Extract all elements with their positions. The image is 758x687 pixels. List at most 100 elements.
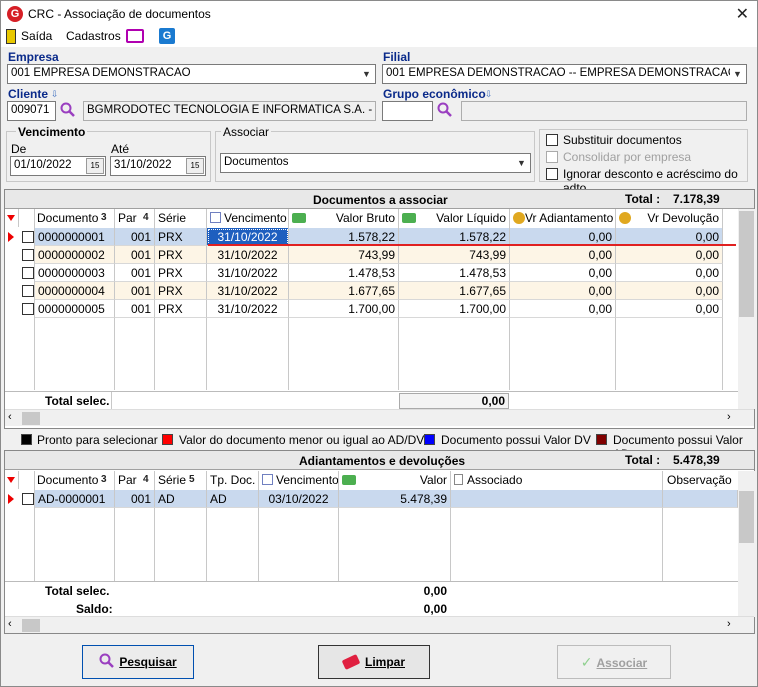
chevron-right-icon[interactable]: ›	[727, 618, 731, 630]
row-checkbox[interactable]	[22, 303, 34, 315]
chevron-down-icon[interactable]: ▼	[514, 155, 529, 171]
cliente-code-input[interactable]: 009071	[7, 101, 56, 121]
chevron-down-icon[interactable]: ▼	[730, 66, 745, 82]
col-vencimento[interactable]: Vencimento	[207, 209, 289, 227]
cell-vr-adiantamento: 0,00	[510, 264, 616, 282]
row-indicator-header	[5, 471, 19, 489]
legend-swatch-blue	[424, 434, 435, 445]
cell-tp-doc: AD	[207, 490, 259, 508]
scroll-thumb[interactable]	[739, 211, 754, 317]
consolidar-checkbox[interactable]	[546, 151, 558, 163]
cell-documento: 0000000002	[35, 246, 115, 264]
col-valor-liquido-label: Valor Líquido	[436, 211, 506, 225]
row-checkbox[interactable]	[22, 231, 34, 243]
search-icon[interactable]	[437, 102, 453, 118]
cell-vencimento: 31/10/2022	[207, 282, 289, 300]
row-checkbox[interactable]	[22, 267, 34, 279]
documentos-vscrollbar[interactable]	[738, 209, 755, 409]
chevron-left-icon[interactable]: ‹	[8, 618, 12, 630]
cell-observacao	[663, 490, 738, 508]
col-par[interactable]: Par 4	[115, 209, 155, 227]
col-vr-adiantamento[interactable]: Vr Adiantamento	[510, 209, 616, 227]
cell-vr-devolucao: 0,00	[616, 300, 723, 318]
coins-icon	[619, 212, 631, 224]
cell-valor-liquido: 1.478,53	[399, 264, 510, 282]
col-vencimento[interactable]: Vencimento	[259, 471, 339, 489]
cell-vr-devolucao: 0,00	[616, 282, 723, 300]
legend-bar: Pronto para selecionar Valor do document…	[1, 431, 757, 461]
pesquisar-button[interactable]: Pesquisar	[82, 645, 194, 679]
col-par-label: Par	[118, 473, 137, 487]
monitor-icon[interactable]	[126, 29, 144, 43]
empresa-select[interactable]: 001 EMPRESA DEMONSTRACAO ▼	[7, 64, 376, 84]
calendar-icon[interactable]: 15	[86, 158, 104, 174]
col-documento[interactable]: Documento 3	[35, 209, 115, 227]
menu-cadastros[interactable]: Cadastros	[66, 29, 121, 43]
money-icon	[292, 213, 306, 223]
associar-select[interactable]: Documentos ▼	[220, 153, 531, 173]
scroll-thumb[interactable]	[22, 619, 40, 632]
cell-valor: 5.478,39	[339, 490, 451, 508]
col-observacao[interactable]: Observação	[663, 471, 738, 489]
saldo-value: 0,00	[423, 602, 447, 616]
cell-par: 001	[115, 490, 155, 508]
sort-order-4: 4	[143, 474, 149, 485]
empresa-value: 001 EMPRESA DEMONSTRACAO	[11, 67, 191, 79]
sort-order-3: 3	[101, 212, 107, 223]
documentos-hscrollbar[interactable]: ‹ ›	[5, 409, 754, 426]
grupo-label: Grupo econômico	[383, 87, 486, 101]
col-vr-devolucao[interactable]: Vr Devolução	[616, 209, 723, 227]
ate-date-input[interactable]: 31/10/2022 15	[110, 156, 206, 176]
money-icon	[402, 213, 416, 223]
col-associado[interactable]: Associado	[451, 471, 663, 489]
select-column-header[interactable]	[19, 471, 35, 489]
checkmark-icon: ✓	[580, 654, 593, 670]
col-valor-bruto[interactable]: Valor Bruto	[289, 209, 399, 227]
col-par[interactable]: Par 4	[115, 471, 155, 489]
associar-button[interactable]: ✓ Associar	[557, 645, 671, 679]
col-valor-liquido[interactable]: Valor Líquido	[399, 209, 510, 227]
menu-saida[interactable]: Saída	[21, 29, 52, 43]
calendar-icon[interactable]: 15	[186, 158, 204, 174]
col-valor[interactable]: Valor	[339, 471, 451, 489]
de-date-input[interactable]: 01/10/2022 15	[10, 156, 106, 176]
limpar-button[interactable]: Limpar	[318, 645, 430, 679]
scroll-thumb[interactable]	[22, 412, 40, 425]
col-serie[interactable]: Série 5	[155, 471, 207, 489]
col-documento[interactable]: Documento 3	[35, 471, 115, 489]
col-vencimento-label: Vencimento	[224, 211, 287, 225]
cell-vencimento: 31/10/2022	[207, 300, 289, 318]
substituir-checkbox[interactable]	[546, 134, 558, 146]
chevron-right-icon[interactable]: ›	[727, 411, 731, 423]
cell-par: 001	[115, 264, 155, 282]
app-g-icon[interactable]: G	[159, 28, 175, 44]
search-icon	[99, 653, 115, 668]
vencimento-label: Vencimento	[16, 125, 88, 139]
row-checkbox[interactable]	[22, 249, 34, 261]
cell-vencimento: 31/10/2022	[207, 246, 289, 264]
adiantamentos-hscrollbar[interactable]: ‹ ›	[5, 616, 754, 633]
associar-label: Associar	[221, 125, 272, 139]
filial-select[interactable]: 001 EMPRESA DEMONSTRACAO -- EMPRESA DEMO…	[382, 64, 747, 84]
row-checkbox[interactable]	[22, 285, 34, 297]
cell-vr-devolucao: 0,00	[616, 246, 723, 264]
cell-valor-liquido: 1.700,00	[399, 300, 510, 318]
close-icon[interactable]: ✕	[736, 4, 749, 24]
ignorar-checkbox[interactable]	[546, 168, 558, 180]
scroll-thumb[interactable]	[739, 491, 754, 543]
select-column-header[interactable]	[19, 209, 35, 227]
grupo-code-input[interactable]	[382, 101, 433, 121]
chevron-down-icon[interactable]: ▼	[359, 66, 374, 82]
cell-vr-adiantamento: 0,00	[510, 246, 616, 264]
adiantamentos-vscrollbar[interactable]	[738, 471, 755, 617]
col-serie[interactable]: Série	[155, 209, 207, 227]
row-checkbox[interactable]	[22, 493, 34, 505]
col-vr-devolucao-label: Vr Devolução	[647, 211, 719, 225]
title-bar: G CRC - Associação de documentos ✕	[1, 1, 757, 27]
search-icon[interactable]	[60, 102, 76, 118]
col-tp-doc[interactable]: Tp. Doc.	[207, 471, 259, 489]
chevron-left-icon[interactable]: ‹	[8, 411, 12, 423]
cell-valor-bruto: 1.700,00	[289, 300, 399, 318]
filter-icon: ⇩	[51, 89, 59, 99]
adiantamentos-footer: Total selec. 0,00 Saldo: 0,00	[5, 581, 738, 617]
